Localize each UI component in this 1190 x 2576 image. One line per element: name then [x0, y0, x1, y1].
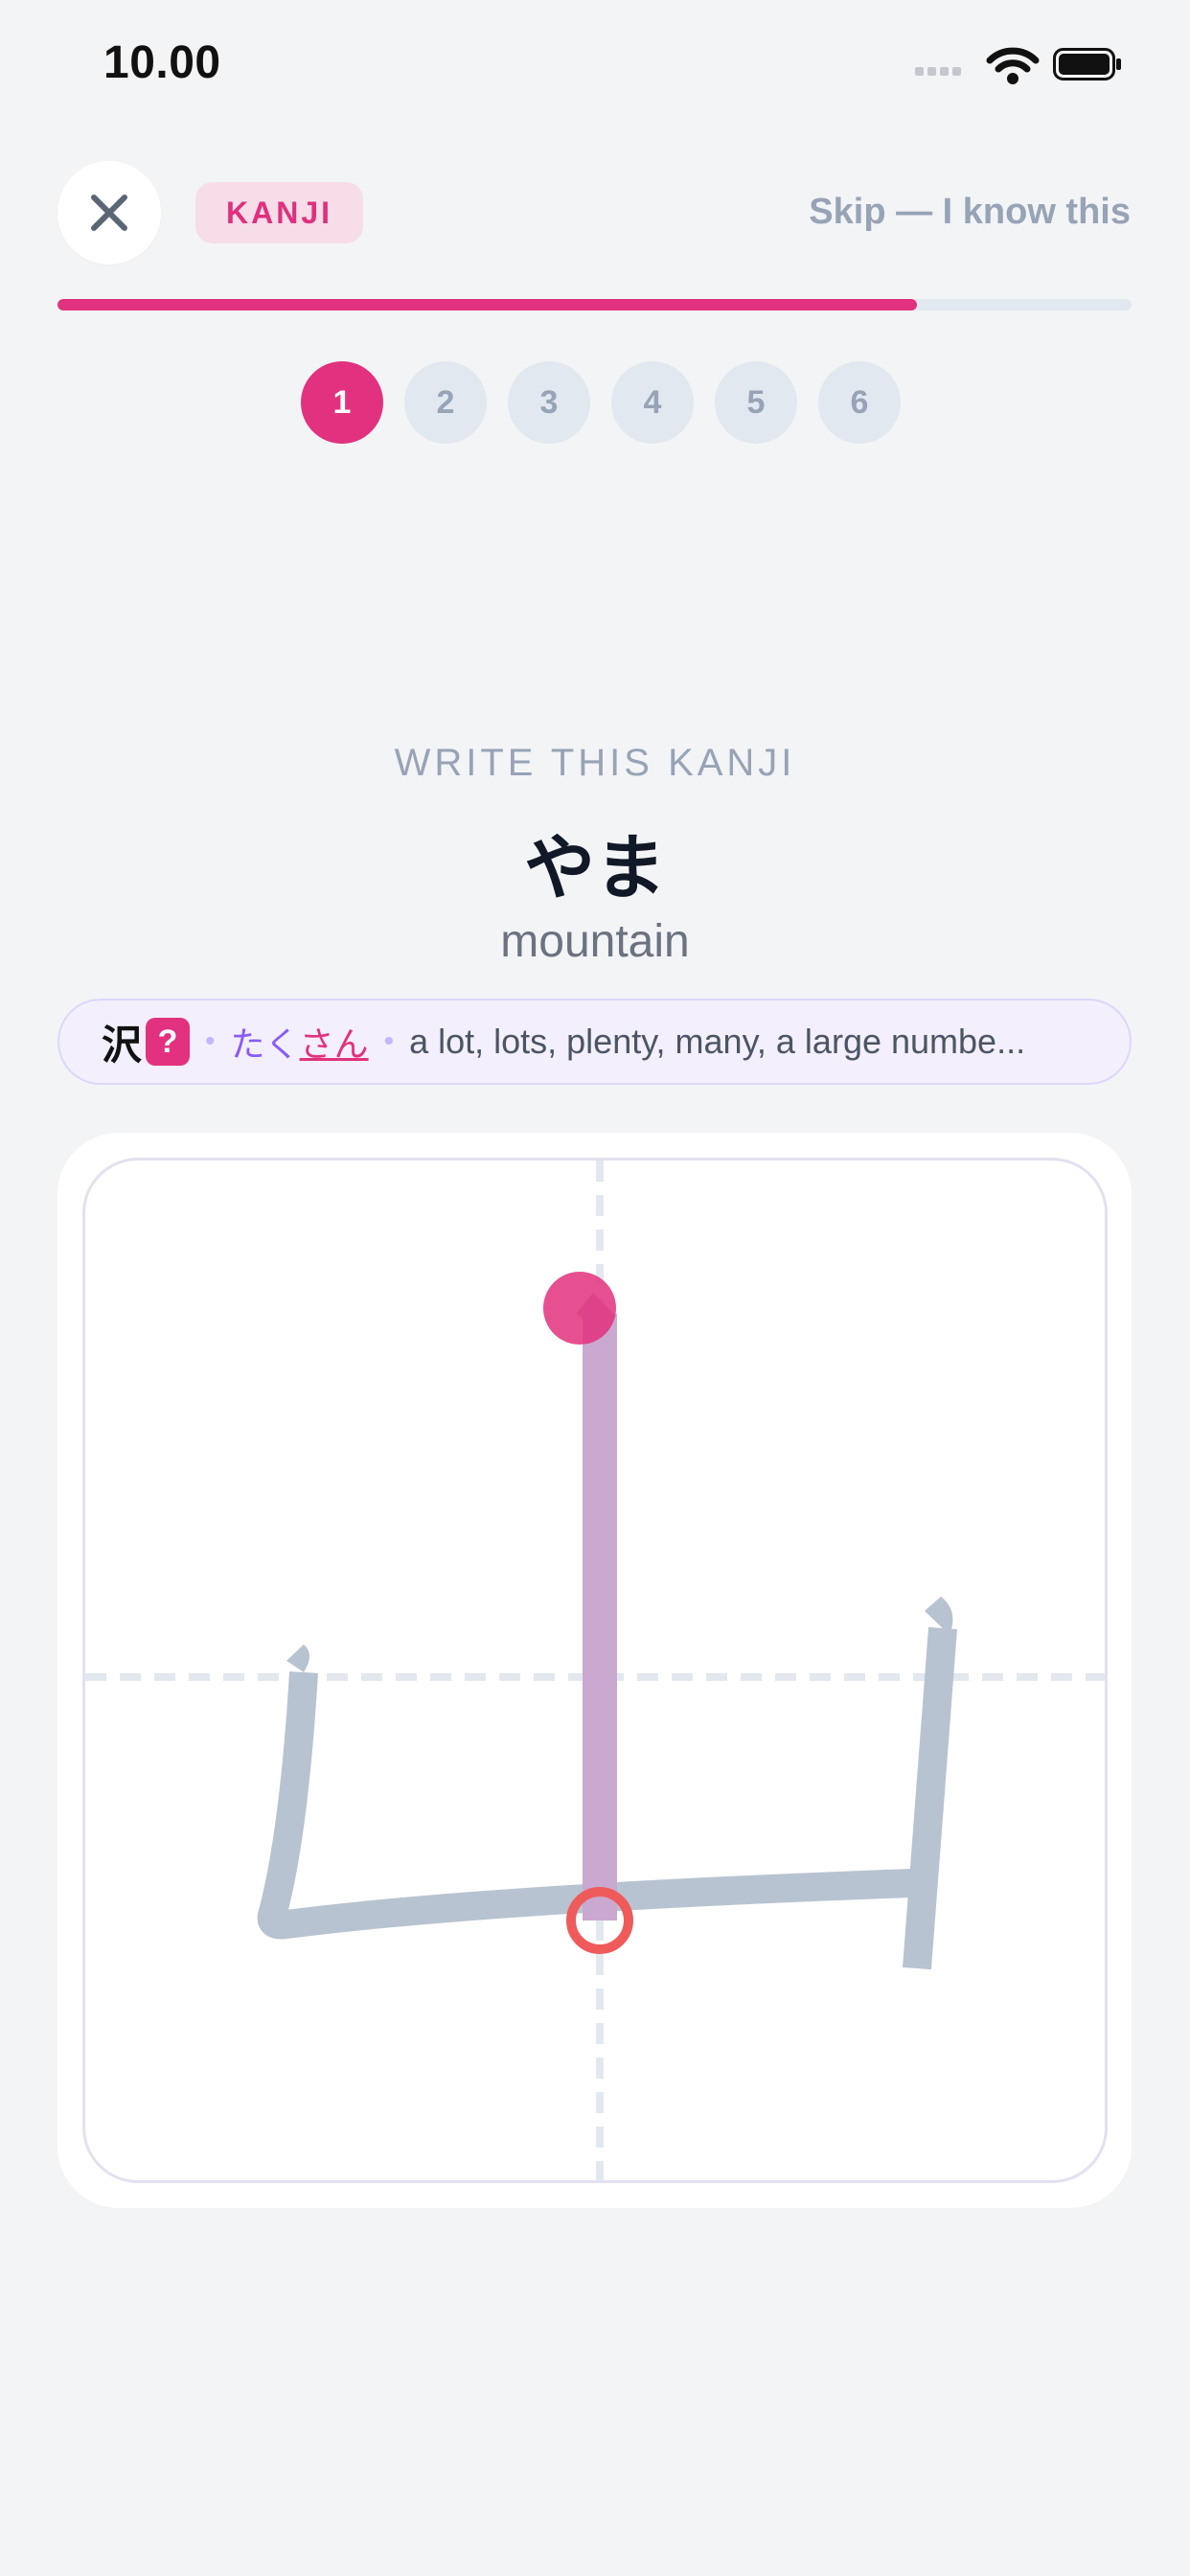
separator-dot: •: [383, 1025, 395, 1057]
hint-reading-underlined: さん: [299, 1024, 369, 1064]
close-icon: [91, 195, 127, 231]
stroke-steps: 123456: [0, 361, 1190, 444]
kanji-badge: KANJI: [195, 182, 364, 243]
stroke-step-1[interactable]: 1: [301, 361, 383, 444]
status-time: 10.00: [103, 37, 221, 88]
kana-reading: やま: [524, 828, 666, 908]
wifi-icon: [986, 47, 1040, 84]
close-button[interactable]: [57, 161, 161, 264]
stroke-start-marker: [543, 1272, 616, 1345]
prompt-label: WRITE THIS KANJI: [394, 742, 796, 784]
stroke-step-4[interactable]: 4: [611, 361, 694, 444]
meaning: mountain: [500, 916, 690, 967]
skip-button[interactable]: Skip — I know this: [809, 192, 1131, 233]
writing-canvas[interactable]: [82, 1158, 1108, 2183]
stroke-step-3[interactable]: 3: [508, 361, 590, 444]
separator-dot: •: [205, 1025, 216, 1057]
stroke-2-hook: [286, 1644, 309, 1672]
battery-icon: [1053, 48, 1121, 80]
stroke-step-2[interactable]: 2: [404, 361, 487, 444]
unknown-marker: ?: [146, 1018, 191, 1066]
kanji-stroke-diagram: [85, 1161, 1105, 2180]
hint-definition: a lot, lots, plenty, many, a large numbe…: [409, 1022, 1026, 1061]
progress-fill: [57, 299, 917, 310]
signal-icon: [915, 63, 965, 80]
hint-pill[interactable]: 沢 ? • たく さん • a lot, lots, plenty, many, …: [57, 999, 1132, 1085]
hint-reading-prefix: たく: [230, 1024, 300, 1064]
stroke-step-6[interactable]: 6: [818, 361, 901, 444]
progress-bar: [57, 299, 1132, 310]
hint-kanji: 沢: [102, 1022, 143, 1068]
stroke-step-5[interactable]: 5: [715, 361, 797, 444]
